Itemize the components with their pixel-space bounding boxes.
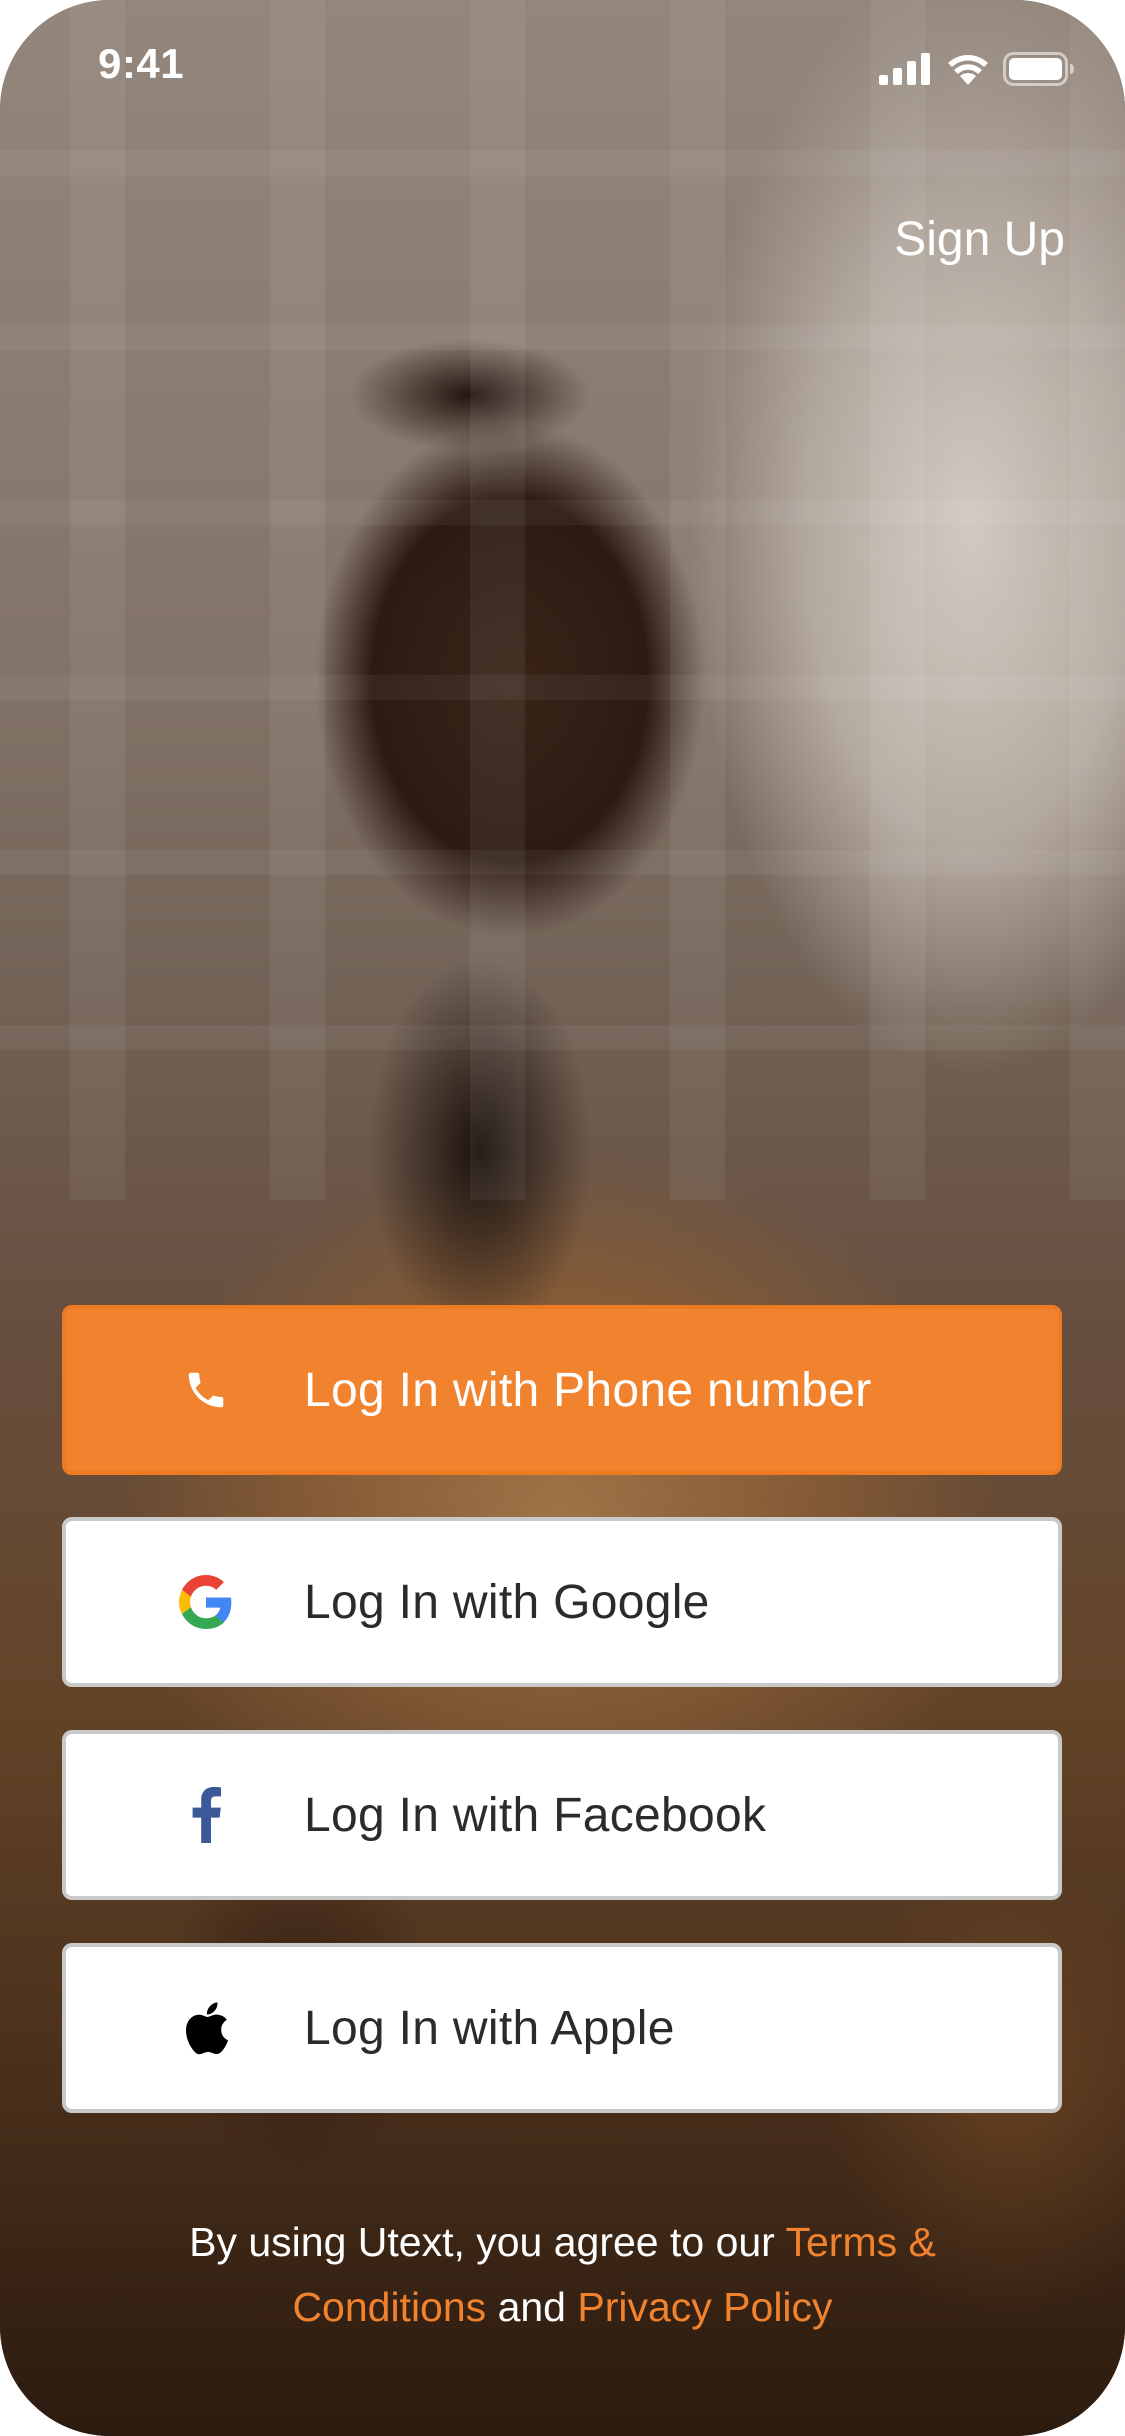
login-facebook-label: Log In with Facebook — [304, 1788, 767, 1842]
phone-screen: 9:41 Sign Up Log In with Phone number Lo… — [0, 0, 1125, 2436]
login-google-label: Log In with Google — [304, 1575, 710, 1629]
privacy-policy-link[interactable]: Privacy Policy — [577, 2284, 832, 2330]
terms-notice: By using Utext, you agree to our Terms &… — [100, 2210, 1025, 2340]
google-icon — [166, 1562, 246, 1642]
battery-icon — [1003, 52, 1075, 86]
login-apple-label: Log In with Apple — [304, 2001, 675, 2055]
cellular-signal-icon — [879, 53, 933, 85]
facebook-icon — [166, 1775, 246, 1855]
sign-up-link[interactable]: Sign Up — [894, 212, 1065, 267]
terms-prefix-text: By using Utext, you agree to our — [189, 2219, 786, 2265]
wifi-icon — [945, 52, 991, 86]
terms-connector-text: and — [486, 2284, 578, 2330]
login-apple-button[interactable]: Log In with Apple — [62, 1943, 1062, 2113]
status-icons — [879, 52, 1075, 86]
login-phone-button[interactable]: Log In with Phone number — [62, 1305, 1062, 1475]
status-time: 9:41 — [98, 40, 185, 87]
login-facebook-button[interactable]: Log In with Facebook — [62, 1730, 1062, 1900]
login-google-button[interactable]: Log In with Google — [62, 1517, 1062, 1687]
apple-icon — [166, 1988, 246, 2068]
status-bar: 9:41 — [0, 0, 1125, 130]
login-phone-label: Log In with Phone number — [304, 1363, 872, 1417]
phone-icon — [166, 1350, 246, 1430]
